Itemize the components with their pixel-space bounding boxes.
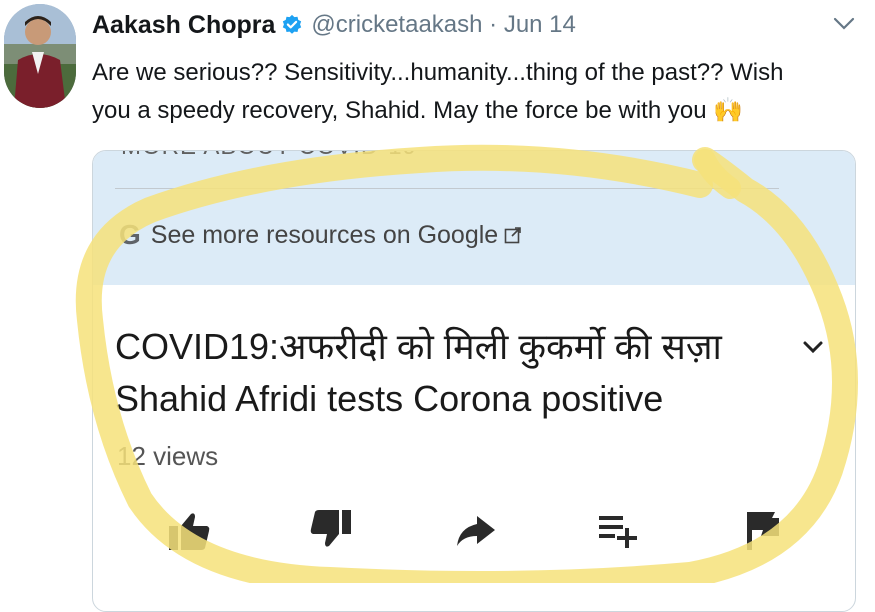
chevron-down-icon[interactable] [831, 14, 857, 34]
tweet-header: Aakash Chopra @cricketaakash · Jun 14 [92, 8, 576, 42]
thumbs-up-icon[interactable] [165, 506, 213, 554]
video-title: COVID19:अफरीदी को मिली कुकर्मो की सज़ा S… [115, 326, 722, 419]
share-icon[interactable] [451, 506, 499, 554]
card-resources-section: MORE ABOUT COVID-19 G See more resources… [93, 151, 855, 285]
view-count: 12 views [117, 441, 219, 471]
video-action-bar [93, 506, 855, 566]
google-g-icon: G [119, 219, 141, 250]
author-avatar[interactable] [4, 4, 76, 108]
verified-badge-icon [283, 14, 302, 34]
external-link-icon [504, 227, 522, 244]
embedded-screenshot-card[interactable]: MORE ABOUT COVID-19 G See more resources… [92, 150, 856, 612]
flag-icon[interactable] [739, 506, 787, 554]
expand-chevron-icon[interactable] [801, 337, 825, 357]
add-to-playlist-icon[interactable] [595, 506, 643, 554]
see-more-resources-link[interactable]: See more resources on Google [151, 221, 498, 250]
tweet-text: Are we serious?? Sensitivity...humanity.… [92, 59, 784, 124]
card-divider [115, 188, 779, 189]
author-name[interactable]: Aakash Chopra [92, 11, 275, 40]
thumbs-down-icon[interactable] [307, 506, 355, 554]
google-resources-row[interactable]: G See more resources on Google [119, 217, 522, 253]
author-handle-and-date[interactable]: @cricketaakash · Jun 14 [311, 11, 575, 39]
cut-off-heading: MORE ABOUT COVID-19 [121, 151, 417, 161]
